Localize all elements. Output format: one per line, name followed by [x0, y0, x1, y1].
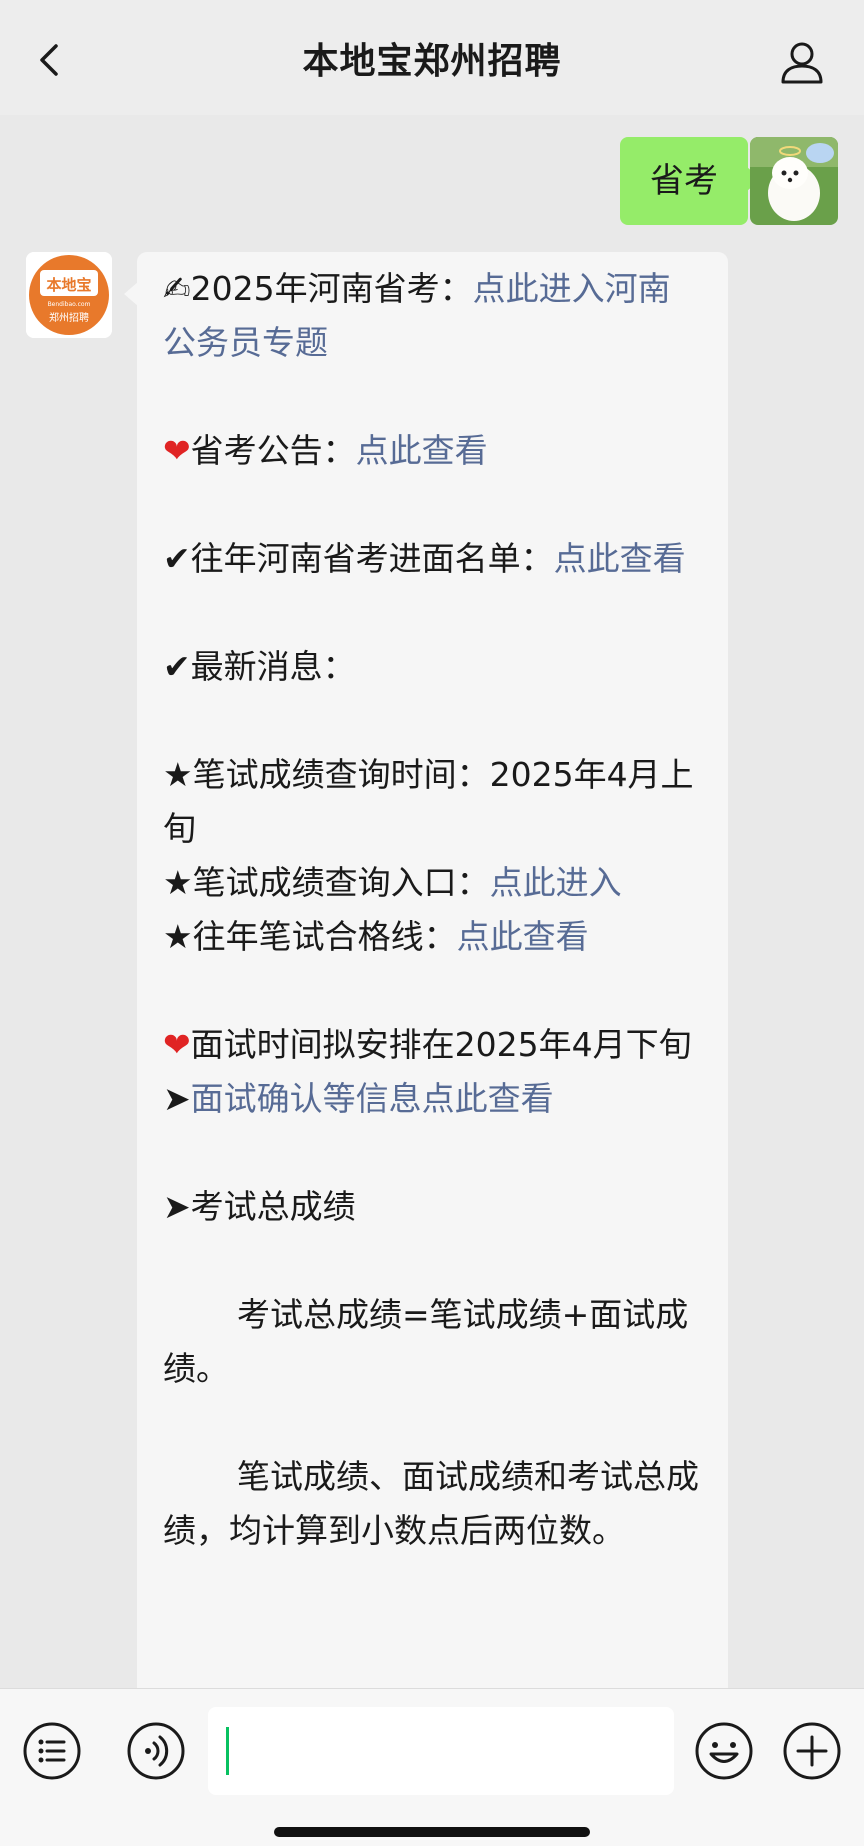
message-line: ➤考试总成绩 — [163, 1187, 356, 1226]
list-icon[interactable] — [22, 1721, 82, 1781]
message-line: ❤面试时间拟安排在2025年4月下旬 — [163, 1025, 692, 1064]
message-line: ✍2025年河南省考：点此进入河南公务员专题 — [163, 269, 671, 362]
checkmark-icon: ✔ — [163, 539, 191, 578]
chat-area[interactable]: 省考 本地宝 Bendibao.com 郑州招聘 ✍2025年河南省考：点此进入… — [0, 115, 864, 1688]
writing-hand-icon: ✍ — [163, 269, 191, 308]
message-line: ★笔试成绩查询时间：2025年4月上旬 — [163, 755, 694, 848]
arrow-icon: ➤ — [163, 1187, 191, 1226]
svg-text:郑州招聘: 郑州招聘 — [49, 311, 89, 324]
person-icon[interactable] — [778, 38, 826, 86]
top-bar: 本地宝郑州招聘 — [0, 0, 864, 116]
message-line: ★笔试成绩查询入口：点此进入 — [163, 863, 622, 902]
plus-icon[interactable] — [782, 1721, 842, 1781]
message-line: 考试总成绩=笔试成绩+面试成绩。 — [163, 1295, 689, 1388]
smiley-icon[interactable] — [694, 1721, 754, 1781]
message-line: ❤省考公告：点此查看 — [163, 431, 488, 470]
outgoing-message-text: 省考 — [650, 161, 718, 201]
message-line: ✔最新消息： — [163, 647, 356, 686]
outgoing-message-bubble[interactable]: 省考 — [620, 137, 761, 225]
interview-list-link[interactable]: 点此查看 — [554, 539, 686, 578]
message-content: ✍2025年河南省考：点此进入河南公务员专题 ❤省考公告：点此查看 ✔往年河南省… — [163, 262, 703, 1558]
home-indicator — [274, 1827, 590, 1837]
heart-icon: ❤ — [163, 431, 191, 470]
message-line: ➤面试确认等信息点此查看 — [163, 1072, 703, 1126]
chat-title: 本地宝郑州招聘 — [302, 41, 562, 82]
dog-avatar-image — [750, 137, 838, 225]
input-toolbar — [0, 1688, 864, 1846]
heart-icon: ❤ — [163, 1025, 191, 1064]
voice-icon[interactable] — [126, 1721, 186, 1781]
bendibao-logo: 本地宝 Bendibao.com 郑州招聘 — [26, 252, 112, 338]
interview-confirm-link[interactable]: 面试确认等信息点此查看 — [191, 1079, 554, 1118]
message-line: 笔试成绩、面试成绩和考试总成绩，均计算到小数点后两位数。 — [163, 1457, 699, 1550]
my-avatar[interactable] — [750, 137, 838, 225]
svg-text:本地宝: 本地宝 — [46, 276, 91, 294]
text-caret — [226, 1727, 229, 1775]
message-line: ✔往年河南省考进面名单：点此查看 — [163, 539, 686, 578]
message-input[interactable] — [208, 1707, 674, 1795]
passing-line-link[interactable]: 点此查看 — [457, 917, 589, 956]
announcement-link[interactable]: 点此查看 — [356, 431, 488, 470]
checkmark-icon: ✔ — [163, 647, 191, 686]
message-line: ★往年笔试合格线：点此查看 — [163, 917, 589, 956]
arrow-icon: ➤ — [163, 1079, 191, 1118]
svg-text:Bendibao.com: Bendibao.com — [48, 301, 91, 308]
score-query-link[interactable]: 点此进入 — [490, 863, 622, 902]
incoming-message-bubble: ✍2025年河南省考：点此进入河南公务员专题 ❤省考公告：点此查看 ✔往年河南省… — [124, 252, 728, 1688]
bot-avatar[interactable]: 本地宝 Bendibao.com 郑州招聘 — [26, 252, 112, 338]
